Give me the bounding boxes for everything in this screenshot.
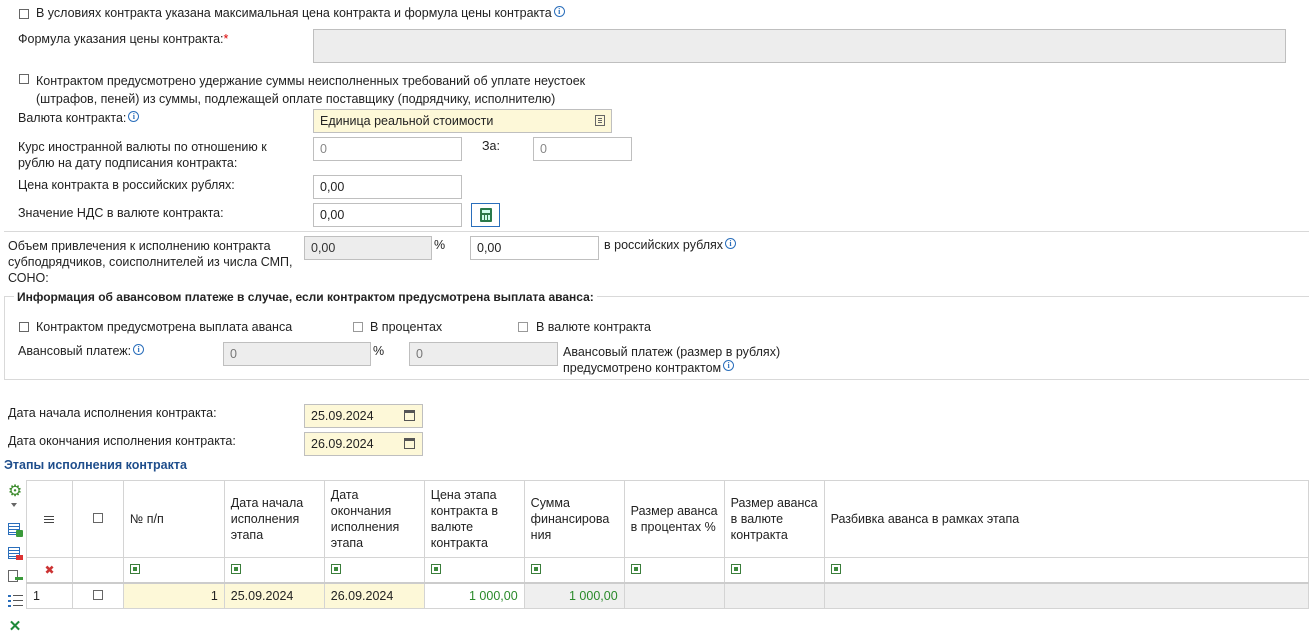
calculator-button[interactable]	[471, 203, 500, 227]
in-percent-checkbox[interactable]	[353, 322, 363, 332]
cell-adv-percent	[623, 582, 725, 609]
filter-icon[interactable]	[530, 564, 541, 574]
cell-end[interactable]: 26.09.2024	[323, 582, 425, 609]
col-num[interactable]: № п/п	[122, 480, 225, 558]
advance-checkbox[interactable]	[19, 322, 29, 332]
calculator-icon	[480, 208, 492, 222]
calendar-icon[interactable]	[404, 410, 415, 421]
price-rub-input[interactable]: 0,00	[313, 175, 462, 199]
menu-icon[interactable]	[44, 516, 55, 523]
subcontract-percent-input: 0,00	[304, 236, 432, 260]
info-icon[interactable]: i	[553, 6, 565, 17]
rate-for-input[interactable]: 0	[533, 137, 632, 161]
info-icon[interactable]: i	[725, 238, 737, 249]
cell-price[interactable]: 1 000,00	[423, 582, 525, 609]
percent-sign: %	[434, 238, 446, 252]
info-icon[interactable]: i	[128, 111, 140, 122]
stages-table: № п/п Дата начала исполнения этапа Дата …	[26, 480, 1309, 609]
retention-checkbox[interactable]	[19, 74, 29, 84]
column-menu[interactable]	[26, 480, 73, 558]
col-breakdown[interactable]: Разбивка аванса в рамках этапа	[823, 480, 1309, 558]
end-date-input[interactable]: 26.09.2024	[304, 432, 423, 456]
filter-icon[interactable]	[730, 564, 741, 574]
col-end[interactable]: Дата окончания исполнения этапа	[323, 480, 425, 558]
filter-icon[interactable]	[129, 564, 140, 574]
advance-rub-input: 0	[409, 342, 558, 366]
excel-export-icon[interactable]: ✕	[6, 618, 24, 636]
row-checkbox[interactable]	[92, 590, 103, 600]
numbered-list-icon[interactable]	[6, 593, 24, 611]
percent-sign: %	[373, 344, 385, 358]
max-price-checkbox[interactable]	[19, 9, 29, 19]
cell-start[interactable]: 25.09.2024	[223, 582, 325, 609]
subcontract-label: Объем привлечения к исполнению контракта…	[8, 239, 293, 285]
filter-icon[interactable]	[330, 564, 341, 574]
cell-num[interactable]: 1	[122, 582, 225, 609]
select-all-cell[interactable]	[71, 480, 124, 558]
list-picker-icon[interactable]	[595, 115, 605, 126]
advance-percent-input: 0	[223, 342, 371, 366]
currency-label: Валюта контракта: i	[18, 111, 140, 125]
col-adv-percent[interactable]: Размер аванса в процентах %	[623, 480, 725, 558]
calendar-icon[interactable]	[404, 438, 415, 449]
filter-row: ✖	[26, 557, 1309, 584]
cell-adv-currency	[723, 582, 825, 609]
vat-input[interactable]: 0,00	[313, 203, 462, 227]
vat-label: Значение НДС в валюте контракта:	[18, 206, 224, 220]
table-row[interactable]: 1 1 25.09.2024 26.09.2024 1 000,00 1 000…	[26, 582, 1309, 609]
col-start[interactable]: Дата начала исполнения этапа	[223, 480, 325, 558]
stages-title: Этапы исполнения контракта	[4, 458, 187, 472]
clear-filter-icon[interactable]: ✖	[44, 563, 54, 577]
filter-icon[interactable]	[430, 564, 441, 574]
advance-payment-label: Авансовый платеж: i	[18, 344, 145, 358]
formula-field	[313, 29, 1286, 63]
col-price[interactable]: Цена этапа контракта в валюте контракта	[423, 480, 525, 558]
currency-field[interactable]: Единица реальной стоимости	[313, 109, 612, 133]
start-date-label: Дата начала исполнения контракта:	[8, 406, 217, 420]
max-price-checkbox-label: В условиях контракта указана максимальна…	[36, 6, 565, 20]
import-icon[interactable]	[6, 568, 24, 586]
subcontract-rub-label: в российских рублях i	[604, 238, 737, 252]
info-icon[interactable]: i	[133, 344, 145, 355]
advance-title: Информация об авансовом платеже в случае…	[14, 290, 597, 304]
retention-label: Контрактом предусмотрено удержание суммы…	[36, 74, 586, 106]
in-percent-label: В процентах	[370, 320, 443, 334]
info-icon[interactable]: i	[723, 360, 735, 371]
clear-filter-cell[interactable]: ✖	[26, 557, 73, 584]
delete-row-icon[interactable]	[6, 544, 24, 562]
col-financing[interactable]: Сумма финансирова ния	[523, 480, 625, 558]
rate-input[interactable]: 0	[313, 137, 462, 161]
filter-icon[interactable]	[230, 564, 241, 574]
chevron-down-icon[interactable]	[11, 503, 17, 507]
add-row-icon[interactable]	[6, 520, 24, 538]
cell-financing: 1 000,00	[523, 582, 625, 609]
select-all-checkbox[interactable]	[92, 513, 103, 523]
filter-icon[interactable]	[830, 564, 841, 574]
advance-rub-label: Авансовый платеж (размер в рублях) преду…	[563, 345, 781, 375]
in-currency-label: В валюте контракта	[536, 320, 651, 334]
price-rub-label: Цена контракта в российских рублях:	[18, 178, 235, 192]
end-date-label: Дата окончания исполнения контракта:	[8, 434, 236, 448]
rate-label: Курс иностранной валюты по отношению к р…	[18, 140, 267, 170]
subcontract-rub-input[interactable]: 0,00	[470, 236, 599, 260]
settings-gear-icon[interactable]: ⚙	[6, 483, 24, 501]
cell-breakdown	[823, 582, 1309, 609]
in-currency-checkbox[interactable]	[518, 322, 528, 332]
advance-checkbox-label: Контрактом предусмотрена выплата аванса	[36, 320, 293, 334]
rate-for-label: За:	[482, 139, 500, 153]
start-date-input[interactable]: 25.09.2024	[304, 404, 423, 428]
row-index: 1	[26, 582, 73, 609]
filter-icon[interactable]	[630, 564, 641, 574]
formula-label: Формула указания цены контракта:*	[18, 32, 229, 46]
col-adv-currency[interactable]: Размер аванса в валюте контракта	[723, 480, 825, 558]
